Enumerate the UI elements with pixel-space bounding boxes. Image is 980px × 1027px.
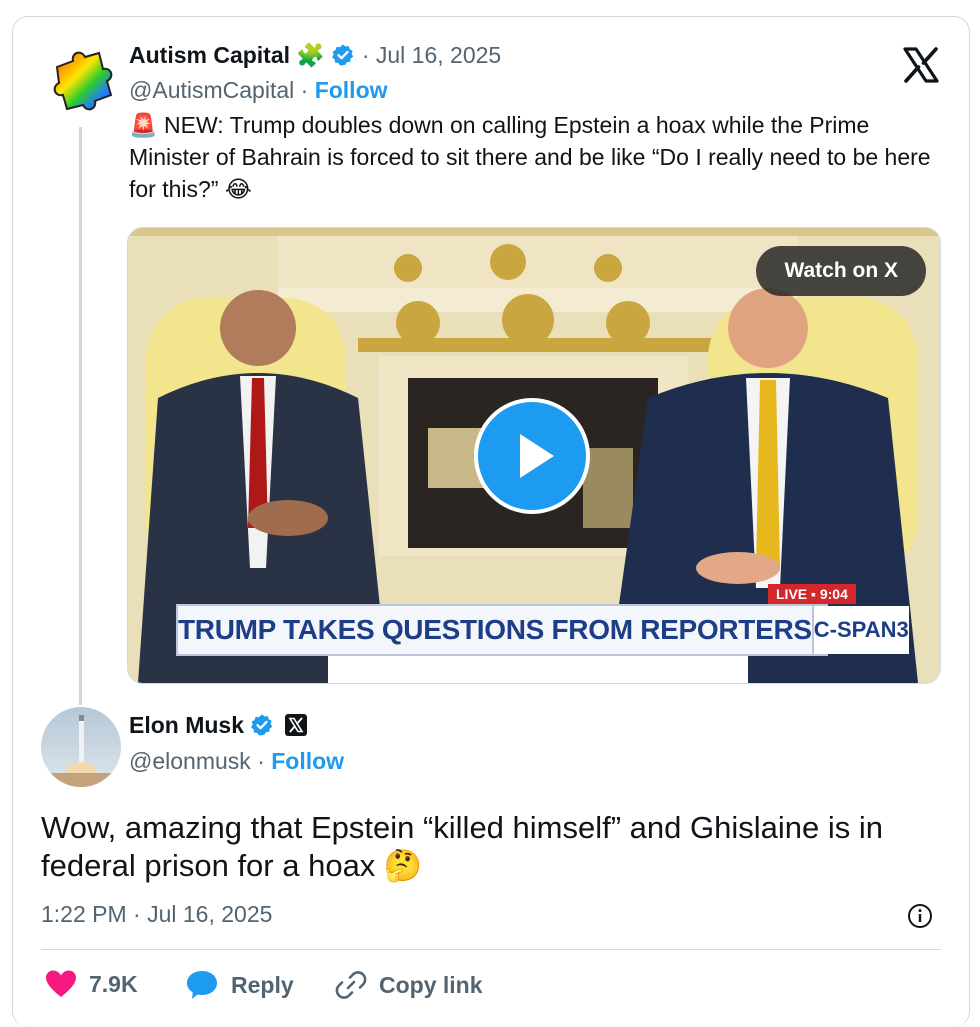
watch-on-x-button[interactable]: Watch on X: [756, 246, 926, 296]
play-icon: [520, 434, 554, 478]
quoted-date[interactable]: · Jul 16, 2025: [362, 42, 501, 68]
main-author-row: Elon Musk: [129, 711, 307, 739]
quoted-handle-row: @AutismCapital · Follow: [129, 76, 388, 104]
reply-button[interactable]: Reply: [185, 969, 294, 1001]
quoted-tweet-text: NEW: Trump doubles down on calling Epste…: [129, 112, 931, 202]
tweet-timestamp[interactable]: 1:22 PM · Jul 16, 2025: [41, 901, 272, 928]
link-icon: [335, 971, 367, 999]
main-author-name[interactable]: Elon Musk: [129, 712, 244, 738]
follow-autism-capital-button[interactable]: Follow: [315, 77, 388, 103]
info-icon[interactable]: [907, 903, 933, 929]
autism-capital-avatar[interactable]: [43, 43, 119, 119]
live-indicator: LIVE ▪ 9:04: [768, 584, 856, 604]
handle-separator: ·: [257, 748, 265, 774]
like-button[interactable]: 7.9K: [45, 969, 138, 999]
cspan-logo: C-SPAN3: [811, 606, 909, 654]
verified-badge-icon: [332, 44, 354, 66]
chyron-text: TRUMP TAKES QUESTIONS FROM REPORTERS: [178, 614, 812, 645]
tweet-embed-card: Autism Capital 🧩 · Jul 16, 2025 @AutismC…: [12, 16, 970, 1027]
heart-icon: [46, 970, 76, 997]
play-button[interactable]: [474, 398, 590, 514]
puzzle-piece-icon: 🧩: [296, 42, 326, 68]
reply-bubble-icon: [187, 971, 217, 999]
verified-badge-icon: [251, 714, 273, 736]
likes-count: 7.9K: [89, 970, 138, 997]
quoted-handle[interactable]: @AutismCapital: [129, 77, 294, 103]
quoted-tweet-text-block: 🚨 NEW: Trump doubles down on calling Eps…: [129, 109, 941, 205]
x-affiliate-badge-icon: [284, 714, 307, 736]
video-player[interactable]: Watch on X LIVE ▪ 9:04 TRUMP TAKES QUEST…: [127, 227, 941, 684]
action-divider: [41, 949, 941, 950]
siren-emoji: 🚨: [129, 112, 158, 138]
main-tweet-text: Wow, amazing that Epstein “killed himsel…: [41, 810, 883, 883]
handle-separator: ·: [300, 77, 309, 103]
x-logo-icon[interactable]: [901, 45, 941, 85]
follow-elon-musk-button[interactable]: Follow: [271, 748, 344, 774]
news-chyron: TRUMP TAKES QUESTIONS FROM REPORTERS C-S…: [176, 604, 909, 656]
elon-musk-avatar[interactable]: [41, 707, 121, 787]
quoted-author-name[interactable]: Autism Capital: [129, 42, 290, 68]
main-handle[interactable]: @elonmusk: [129, 748, 251, 774]
main-handle-row: @elonmusk · Follow: [129, 747, 344, 775]
quoted-author-row: Autism Capital 🧩 · Jul 16, 2025: [129, 41, 501, 69]
reply-label: Reply: [231, 971, 294, 998]
copy-link-label: Copy link: [379, 971, 483, 998]
copy-link-button[interactable]: Copy link: [335, 969, 483, 1001]
thread-connector-line: [79, 127, 82, 705]
